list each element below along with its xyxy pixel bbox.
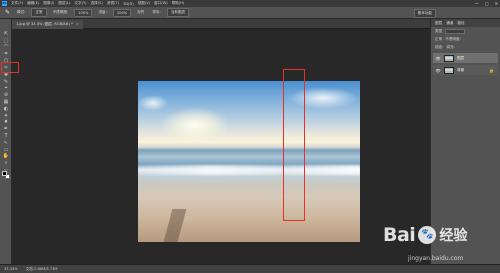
blend-row: 正常 不透明度:	[431, 35, 500, 43]
hand-tool-icon[interactable]: ✋	[0, 153, 12, 160]
zoom-tool-icon[interactable]: ⌕	[0, 160, 12, 167]
baidu-jingyan-watermark: Bai 🐾 经验	[383, 224, 467, 246]
kind-filter-select[interactable]	[445, 28, 466, 34]
layer-thumbnail	[444, 54, 454, 62]
gradient-tool-icon[interactable]: ◐	[0, 106, 12, 113]
move-tool-icon[interactable]: ⇱	[0, 31, 12, 38]
photo-sun-glow	[160, 107, 230, 143]
layer-filter-row: 类型	[431, 27, 500, 35]
paw-icon: 🐾	[418, 226, 437, 244]
menu-edit[interactable]: 编辑(E)	[27, 1, 39, 6]
seam-highlight-box	[283, 69, 305, 221]
tools-panel: ⇱ ⬚ ⌒ ⌗ ⬡ ✑ ✚ ✎ ⌖ ⊘ ▦ ◐ ✦ ♦ ✒ T ↖ ▭ ✋ ⌕ …	[0, 19, 12, 264]
maximize-button[interactable]: □	[485, 1, 489, 6]
flow-input[interactable]: 100%	[112, 8, 132, 17]
kind-filter-label[interactable]: 类型	[435, 29, 442, 34]
menu-window[interactable]: 窗口(W)	[154, 1, 168, 6]
lock-row: 锁定: 填充:	[431, 43, 500, 51]
photo-wave-foam	[138, 165, 360, 175]
opacity-label: 不透明度:	[52, 10, 69, 14]
document-info: 文档:2.86M/5.73M	[25, 266, 58, 271]
photo-shadow	[163, 209, 187, 242]
document-tab[interactable]: 1.jpg @ 33.3% (图层, RGB/8#) * ×	[12, 20, 83, 29]
pen-tool-icon[interactable]: ✒	[0, 126, 12, 133]
photoshop-logo-icon: Ps	[2, 1, 7, 6]
marquee-tool-icon[interactable]: ⬚	[0, 38, 12, 45]
tab-channels[interactable]: 通道	[446, 21, 453, 26]
sample-label: 样本:	[152, 10, 161, 14]
beach-photo[interactable]	[138, 81, 360, 242]
sample-select[interactable]: 当前图层	[166, 8, 190, 17]
aligned-checkbox[interactable]: 对齐	[135, 9, 146, 16]
visibility-eye-icon[interactable]: 👁	[435, 56, 441, 61]
layer-name: 背景	[457, 67, 465, 72]
zoom-level[interactable]: 33.33%	[4, 267, 18, 271]
lock-icon: 🔒	[489, 67, 494, 73]
tab-layers[interactable]: 图层	[435, 21, 442, 26]
eraser-tool-icon[interactable]: ▦	[0, 99, 12, 106]
mode-label: 模式:	[17, 10, 26, 14]
workspace-select[interactable]: 基本功能	[413, 9, 436, 18]
path-select-tool-icon[interactable]: ↖	[0, 140, 12, 147]
crop-tool-icon[interactable]: ⌗	[0, 51, 12, 58]
lasso-tool-icon[interactable]: ⌒	[0, 45, 12, 52]
opacity-input[interactable]: 100%	[74, 8, 93, 17]
layer-thumbnail	[444, 66, 454, 74]
photo-cloud	[138, 95, 168, 111]
document-tab-label: 1.jpg @ 33.3% (图层, RGB/8#) *	[16, 22, 73, 26]
tool-highlight-box	[1, 62, 19, 73]
mode-select[interactable]: 正常	[31, 8, 47, 17]
status-bar: 33.33% 文档:2.86M/5.73M	[0, 264, 500, 273]
menu-3d[interactable]: 3D(D)	[123, 2, 134, 6]
close-window-button[interactable]: ✕	[495, 1, 498, 6]
canvas-area[interactable]	[12, 29, 430, 264]
flow-label: 流量:	[98, 10, 107, 14]
brush-tool-icon[interactable]: ✎	[0, 79, 12, 86]
workspace-area: 基本功能	[413, 9, 436, 18]
visibility-eye-icon[interactable]: 👁	[435, 68, 441, 73]
layer-row[interactable]: 👁 背景 🔒	[433, 65, 498, 75]
watermark-logo-text: Bai	[383, 224, 416, 246]
window-controls: — □ ✕	[475, 0, 498, 7]
menu-file[interactable]: 文件(F)	[11, 1, 23, 6]
menu-image[interactable]: 图像(I)	[43, 1, 54, 6]
fill-label: 填充:	[446, 44, 455, 49]
menu-select[interactable]: 选择(S)	[91, 1, 103, 6]
watermark-url: jingyan.baidu.com	[408, 255, 464, 262]
history-brush-tool-icon[interactable]: ⊘	[0, 92, 12, 99]
watermark-name: 经验	[439, 228, 468, 244]
panel-tabs: 图层 通道 路径	[431, 19, 500, 27]
menu-layer[interactable]: 图层(L)	[58, 1, 70, 6]
type-tool-icon[interactable]: T	[0, 133, 12, 140]
menu-help[interactable]: 帮助(H)	[172, 1, 185, 6]
blur-tool-icon[interactable]: ✦	[0, 113, 12, 120]
opacity-label: 不透明度:	[445, 36, 461, 41]
minimize-button[interactable]: —	[475, 1, 479, 6]
menu-view[interactable]: 视图(V)	[138, 1, 150, 6]
layer-row[interactable]: 👁 图层	[433, 53, 498, 63]
menu-filter[interactable]: 滤镜(T)	[107, 1, 119, 6]
clone-stamp-tool-icon[interactable]: ⌖	[0, 85, 12, 92]
document-tab-bar: 1.jpg @ 33.3% (图层, RGB/8#) * ×	[12, 19, 430, 29]
tab-paths[interactable]: 路径	[457, 21, 464, 26]
blend-mode-select[interactable]: 正常	[435, 37, 442, 42]
lock-label: 锁定:	[435, 44, 444, 49]
foreground-color-swatch[interactable]	[2, 171, 7, 176]
close-tab-icon[interactable]: ×	[76, 20, 79, 29]
menu-bar: Ps 文件(F) 编辑(E) 图像(I) 图层(L) 文字(Y) 选择(S) 滤…	[0, 0, 500, 7]
menu-type[interactable]: 文字(Y)	[74, 1, 86, 6]
healing-brush-icon[interactable]: ✎	[4, 9, 11, 16]
layer-name: 图层	[457, 55, 465, 60]
dodge-tool-icon[interactable]: ♦	[0, 119, 12, 126]
